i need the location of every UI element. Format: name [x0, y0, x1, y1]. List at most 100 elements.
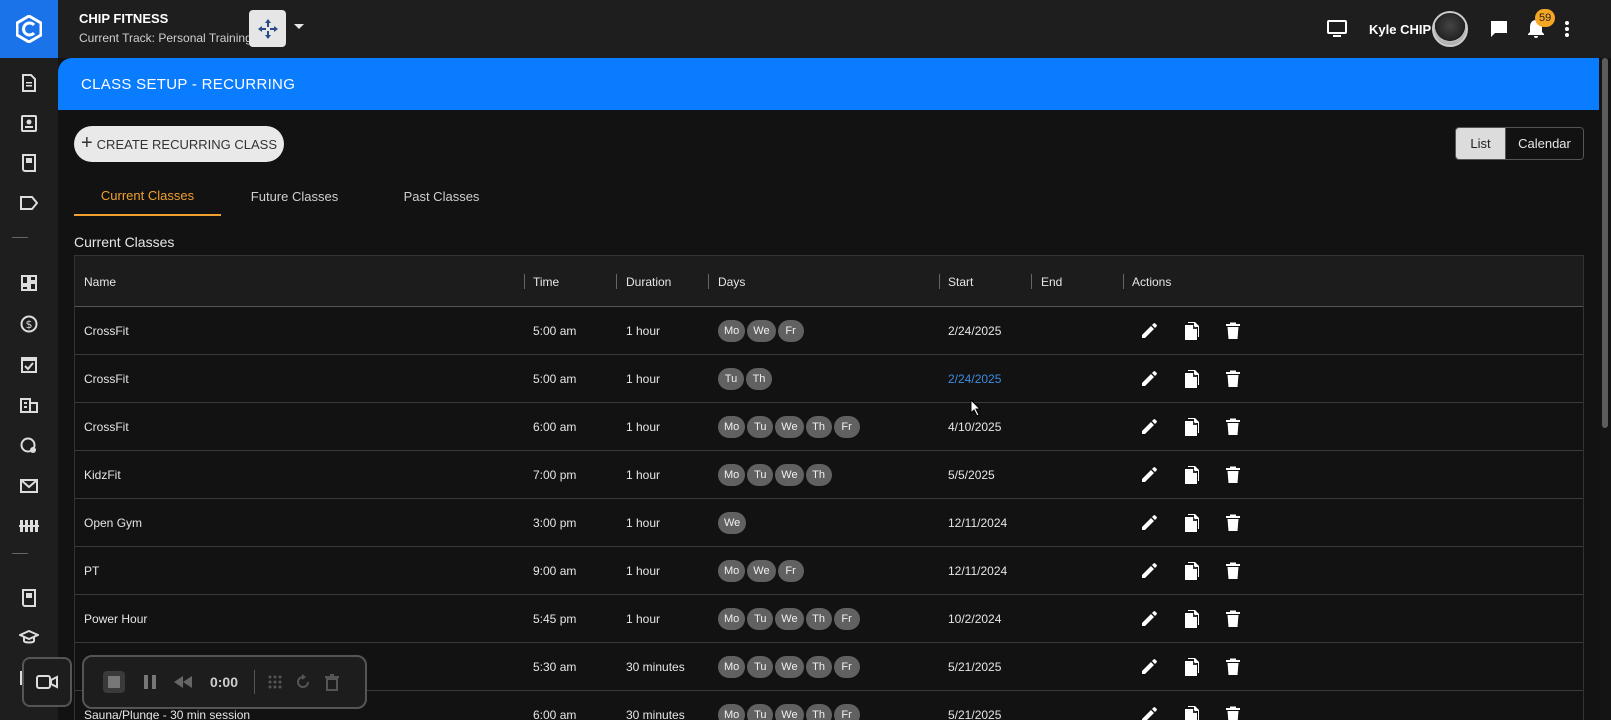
pause-icon [144, 675, 156, 689]
duplicate-button[interactable] [1180, 416, 1202, 438]
tab-future-classes[interactable]: Future Classes [221, 176, 368, 216]
sidebar-item-equipment[interactable] [0, 506, 58, 546]
column-header-start[interactable]: Start [948, 256, 973, 307]
table-row[interactable]: CrossFit 6:00 am 1 hour Mo Tu We Th Fr 4/10/2025 [75, 403, 1583, 451]
duplicate-button[interactable] [1180, 368, 1202, 390]
class-time-cell: 7:00 pm [533, 467, 577, 482]
sidebar-item-tags[interactable] [0, 183, 58, 223]
sidebar-item-documents[interactable] [0, 63, 58, 103]
edit-button[interactable] [1138, 608, 1160, 630]
duplicate-button[interactable] [1180, 704, 1202, 720]
day-chip: Th [805, 415, 832, 438]
list-view-button[interactable]: List [1456, 128, 1505, 159]
table-row[interactable]: CrossFit 5:00 am 1 hour Mo We Fr 2/24/2025 [75, 307, 1583, 355]
class-days-cell: Mo We Fr [718, 547, 804, 594]
day-chip: Fr [777, 319, 804, 342]
sidebar-item-dashboard[interactable] [0, 263, 58, 303]
table-row[interactable]: CrossFit 5:00 am 1 hour Tu Th 2/24/2025 [75, 355, 1583, 403]
sidebar-item-contacts[interactable] [0, 103, 58, 143]
edit-button[interactable] [1138, 464, 1160, 486]
discard-recording-button[interactable] [320, 657, 344, 707]
class-name-cell: PT [84, 563, 100, 578]
delete-button[interactable] [1222, 704, 1244, 720]
day-chip: We [775, 655, 804, 678]
column-header-days[interactable]: Days [718, 256, 745, 307]
edit-button[interactable] [1138, 656, 1160, 678]
edit-button[interactable] [1138, 560, 1160, 582]
class-time-cell: 5:00 am [533, 371, 577, 386]
column-header-end[interactable]: End [1041, 256, 1062, 307]
delete-button[interactable] [1222, 512, 1244, 534]
class-actions-cell [1138, 643, 1244, 690]
book-icon [22, 154, 36, 172]
delete-button[interactable] [1222, 608, 1244, 630]
sidebar-item-guides[interactable] [0, 578, 58, 618]
plus-icon: + [80, 132, 93, 154]
rewind-button[interactable] [170, 657, 196, 707]
table-row[interactable]: Power Hour 5:45 pm 1 hour Mo Tu We Th Fr 10/2/20… [75, 595, 1583, 643]
duplicate-button[interactable] [1180, 656, 1202, 678]
column-divider [939, 274, 940, 289]
edit-button[interactable] [1138, 368, 1160, 390]
pencil-icon [1142, 370, 1157, 386]
delete-button[interactable] [1222, 416, 1244, 438]
class-start-cell: 2/24/2025 [948, 323, 1002, 338]
class-start-cell[interactable]: 2/24/2025 [948, 355, 1001, 402]
delete-button[interactable] [1222, 656, 1244, 678]
scrollbar-thumb[interactable] [1602, 58, 1608, 428]
camera-toggle-button[interactable] [22, 657, 72, 707]
calendar-view-button[interactable]: Calendar [1505, 128, 1583, 159]
sidebar-item-education[interactable] [0, 618, 58, 658]
column-header-name[interactable]: Name [84, 256, 116, 307]
table-row[interactable]: KidzFit 7:00 pm 1 hour Mo Tu We Th 5/5/2025 [75, 451, 1583, 499]
chat-icon [1491, 21, 1507, 37]
duplicate-button[interactable] [1180, 608, 1202, 630]
restart-button[interactable] [292, 657, 314, 707]
tab-current-classes[interactable]: Current Classes [74, 176, 221, 216]
table-row[interactable]: PT 9:00 am 1 hour Mo We Fr 12/11/2024 [75, 547, 1583, 595]
duplicate-button[interactable] [1180, 320, 1202, 342]
user-name-container[interactable]: Kyle CHIP [1369, 0, 1431, 58]
chevron-down-icon[interactable] [294, 24, 304, 29]
edit-button[interactable] [1138, 512, 1160, 534]
user-avatar[interactable] [1432, 0, 1468, 58]
edit-button[interactable] [1138, 704, 1160, 720]
sidebar-item-billing[interactable]: $ [0, 304, 58, 344]
edit-button[interactable] [1138, 320, 1160, 342]
column-header-duration[interactable]: Duration [626, 256, 671, 307]
tab-past-classes[interactable]: Past Classes [368, 176, 515, 216]
class-name-cell: CrossFit [84, 371, 129, 386]
day-chip: Th [805, 703, 832, 720]
create-recurring-class-button[interactable]: + CREATE RECURRING CLASS [74, 126, 284, 162]
duplicate-button[interactable] [1180, 560, 1202, 582]
delete-button[interactable] [1222, 368, 1244, 390]
pencil-icon [1142, 658, 1157, 674]
page-scrollbar[interactable] [1600, 58, 1611, 720]
duplicate-button[interactable] [1180, 464, 1202, 486]
track-switch-button[interactable] [249, 10, 286, 47]
grid-button[interactable] [264, 657, 286, 707]
sidebar-item-schedule[interactable] [0, 344, 58, 384]
stop-recording-button[interactable] [100, 657, 128, 707]
delete-button[interactable] [1222, 560, 1244, 582]
messages-button[interactable] [1489, 0, 1509, 58]
pause-recording-button[interactable] [138, 657, 162, 707]
sidebar-item-library[interactable] [0, 143, 58, 183]
delete-button[interactable] [1222, 464, 1244, 486]
table-row[interactable]: Open Gym 3:00 pm 1 hour We 12/11/2024 [75, 499, 1583, 547]
trash-icon [1226, 418, 1240, 435]
display-button[interactable] [1326, 0, 1348, 58]
app-logo[interactable] [0, 0, 58, 58]
column-header-time[interactable]: Time [533, 256, 559, 307]
sidebar-item-locations[interactable] [0, 426, 58, 466]
more-menu-button[interactable] [1564, 0, 1570, 58]
sidebar-item-facilities[interactable] [0, 385, 58, 425]
pencil-icon [1142, 514, 1157, 530]
edit-button[interactable] [1138, 416, 1160, 438]
class-start-cell: 12/11/2024 [948, 515, 1008, 530]
tag-icon [20, 196, 38, 210]
class-start-cell: 10/2/2024 [948, 611, 1002, 626]
sidebar-item-mail[interactable] [0, 466, 58, 506]
delete-button[interactable] [1222, 320, 1244, 342]
duplicate-button[interactable] [1180, 512, 1202, 534]
